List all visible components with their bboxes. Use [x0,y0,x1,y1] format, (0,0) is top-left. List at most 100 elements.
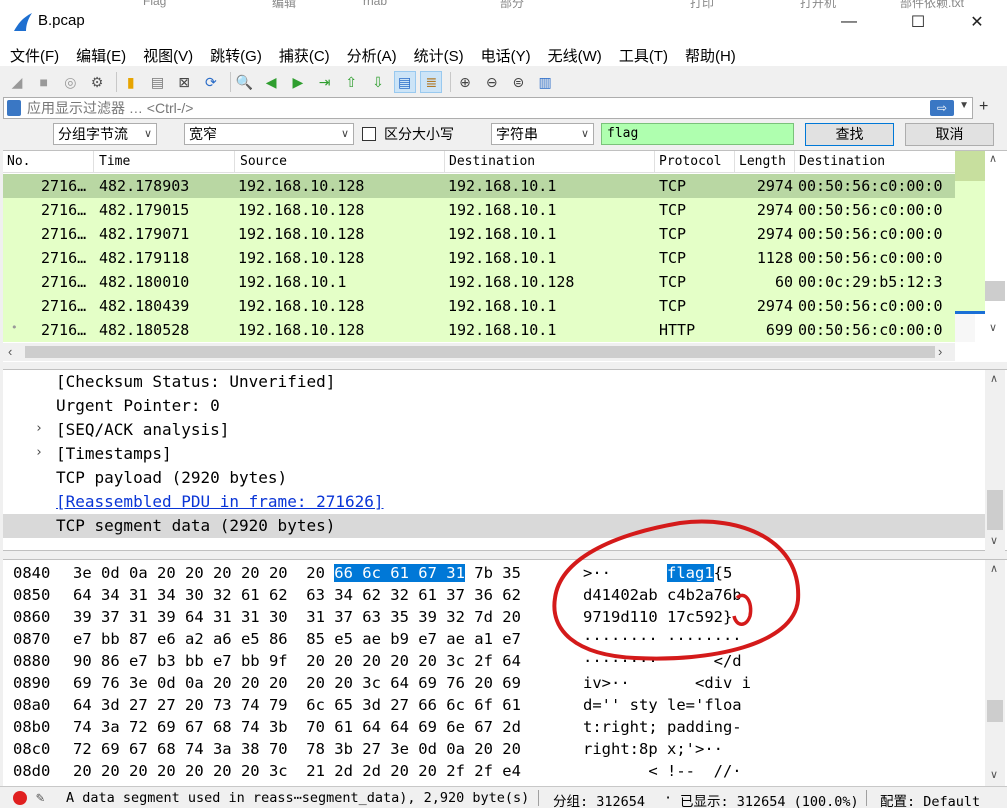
ascii-bytes[interactable]: d41402ab c4b2a76b [583,586,742,604]
ascii-bytes[interactable]: iv>·· <div i [583,674,751,692]
table-row[interactable]: 2716… 482.178903 192.168.10.128 192.168.10.… [3,174,955,198]
go-first-icon[interactable]: ⇧ [340,71,362,93]
hex-bytes[interactable]: e7 bb 87 e6 a2 a6 e5 86 85 e5 ae b9 e7 a… [73,630,521,648]
scroll-right-chevron-icon[interactable]: › [938,344,942,359]
go-forward-icon[interactable]: ▶ [287,71,309,93]
minimize-button[interactable]: — [826,8,872,36]
hex-bytes[interactable]: 3e 0d 0a 20 20 20 20 20 20 66 6c 61 67 3… [73,564,521,582]
menu-file[interactable]: 文件(F) [6,45,63,66]
scroll-left-chevron-icon[interactable]: ‹ [8,344,12,359]
column-header-no[interactable]: No. [7,154,30,169]
file-icon[interactable]: ▤ [146,71,168,93]
case-sensitive-checkbox[interactable] [362,127,376,141]
ascii-bytes[interactable]: ········ ········ [583,630,742,648]
scroll-up-chevron-icon[interactable]: ∧ [990,372,998,385]
hex-bytes[interactable]: 64 34 31 34 30 32 61 62 63 34 62 32 61 3… [73,586,521,604]
tree-item[interactable]: TCP payload (2920 bytes) [3,466,985,490]
bytes-vertical-scrollbar[interactable]: ∧ ∨ [985,560,1005,786]
menu-edit[interactable]: 编辑(E) [72,45,130,66]
tree-item[interactable]: › [SEQ/ACK analysis] [3,418,985,442]
charset-select[interactable]: 宽窄 ∨ [184,123,354,145]
find-button[interactable]: 查找 [805,123,894,146]
packet-list-horizontal-scrollbar[interactable]: ‹ › [3,343,955,361]
search-in-select[interactable]: 分组字节流 ∨ [53,123,157,145]
scroll-down-chevron-icon[interactable]: ∨ [990,534,998,547]
find-input[interactable]: flag [601,123,794,145]
shark-start-icon[interactable]: ◢ [6,71,28,93]
column-header-length[interactable]: Length [739,154,786,169]
menu-wireless[interactable]: 无线(W) [544,45,606,66]
go-back-icon[interactable]: ◀ [260,71,282,93]
ascii-bytes[interactable]: d='' sty le='floa [583,696,742,714]
stop-icon[interactable]: ■ [33,71,55,93]
table-row[interactable]: 2716… 482.179071 192.168.10.128 192.168.10.… [3,222,955,246]
colorize-icon[interactable]: ≣ [420,71,443,93]
menu-analyze[interactable]: 分析(A) [343,45,401,66]
options-gear-icon[interactable]: ⚙ [86,71,108,93]
find-icon[interactable]: 🔍 [234,71,256,93]
table-row[interactable]: 2716… 482.179118 192.168.10.128 192.168.10.… [3,246,955,270]
expand-chevron-icon[interactable]: › [35,421,43,436]
scroll-down-chevron-icon[interactable]: ∨ [989,321,997,334]
hex-bytes[interactable]: 72 69 67 68 74 3a 38 70 78 3b 27 3e 0d 0… [73,740,521,758]
menu-telephony[interactable]: 电话(Y) [477,45,535,66]
reload-icon[interactable]: ⟳ [200,71,222,93]
scroll-up-chevron-icon[interactable]: ∧ [990,562,998,575]
table-row[interactable]: 2716… 482.180010 192.168.10.1 192.168.10.12… [3,270,955,294]
display-filter-bar[interactable]: 应用显示过滤器 … <Ctrl-/> ⇨ ▼ [3,97,973,119]
comment-edit-icon[interactable]: ✎ [36,790,44,806]
column-header-source[interactable]: Source [240,154,287,169]
hex-bytes[interactable]: 20 20 20 20 20 20 20 3c 21 2d 2d 20 20 2… [73,762,521,780]
close-file-icon[interactable]: ⊠ [173,71,195,93]
column-header-destination[interactable]: Destination [449,154,535,169]
apply-filter-arrow-icon[interactable]: ⇨ [930,100,954,116]
menu-view[interactable]: 视图(V) [139,45,197,66]
restart-icon[interactable]: ◎ [59,71,81,93]
column-header-time[interactable]: Time [99,154,130,169]
expert-info-icon[interactable] [13,791,27,805]
tree-item[interactable]: Urgent Pointer: 0 [3,394,985,418]
menu-capture[interactable]: 捕获(C) [275,45,334,66]
ascii-bytes[interactable]: < !-- //· [583,762,741,780]
hex-bytes[interactable]: 39 37 31 39 64 31 31 30 31 37 63 35 39 3… [73,608,521,626]
go-to-packet-icon[interactable]: ⇥ [314,71,336,93]
tree-item-selected[interactable]: TCP segment data (2920 bytes) [3,514,985,538]
column-header-protocol[interactable]: Protocol [659,154,722,169]
bookmark-icon[interactable] [7,100,21,116]
table-row[interactable]: 2716… 482.180439 192.168.10.128 192.168.10.… [3,294,955,318]
column-header-destination-mac[interactable]: Destination [799,154,885,169]
ascii-bytes[interactable]: >·· flag1{5 [583,564,732,582]
open-folder-icon[interactable]: ▮ [120,71,142,93]
go-last-icon[interactable]: ⇩ [367,71,389,93]
table-row[interactable]: • 2716… 482.180528 192.168.10.128 192.168.1… [3,318,955,342]
close-button[interactable]: ✕ [954,8,1000,36]
menu-tools[interactable]: 工具(T) [615,45,672,66]
tree-item[interactable]: [Checksum Status: Unverified] [3,370,985,394]
ascii-bytes[interactable]: 9719d110 17c592} [583,608,742,626]
cancel-button[interactable]: 取消 [905,123,994,146]
table-row[interactable]: 2716… 482.179015 192.168.10.128 192.168.10.… [3,198,955,222]
expand-chevron-icon[interactable]: › [35,445,43,460]
zoom-normal-icon[interactable]: ⊜ [507,71,529,93]
details-vertical-scrollbar[interactable]: ∧ ∨ [985,370,1005,551]
ascii-bytes[interactable]: ········ </d [583,652,742,670]
scroll-up-chevron-icon[interactable]: ∧ [989,152,997,165]
maximize-button[interactable]: ☐ [895,8,941,36]
menu-statistics[interactable]: 统计(S) [410,45,468,66]
hex-bytes[interactable]: 69 76 3e 0d 0a 20 20 20 20 20 3c 64 69 7… [73,674,521,692]
autoscroll-icon[interactable]: ▤ [393,71,416,93]
menu-go[interactable]: 跳转(G) [206,45,266,66]
search-type-select[interactable]: 字符串 ∨ [491,123,594,145]
tree-item[interactable]: › [Timestamps] [3,442,985,466]
ascii-bytes[interactable]: t:right; padding- [583,718,742,736]
zoom-in-icon[interactable]: ⊕ [454,71,476,93]
filter-history-chevron-icon[interactable]: ▼ [959,100,969,111]
hex-bytes[interactable]: 74 3a 72 69 67 68 74 3b 70 61 64 64 69 6… [73,718,521,736]
menu-help[interactable]: 帮助(H) [681,45,740,66]
hex-bytes[interactable]: 64 3d 27 27 20 73 74 79 6c 65 3d 27 66 6… [73,696,521,714]
ascii-bytes[interactable]: right:8p x;'>·· [583,740,742,758]
profile-label[interactable]: 配置: Default [880,790,980,808]
zoom-out-icon[interactable]: ⊖ [481,71,503,93]
packet-list-vertical-scrollbar[interactable]: ∧ ∨ [955,151,1005,342]
display-filter-input[interactable]: 应用显示过滤器 … <Ctrl-/> [27,98,193,118]
